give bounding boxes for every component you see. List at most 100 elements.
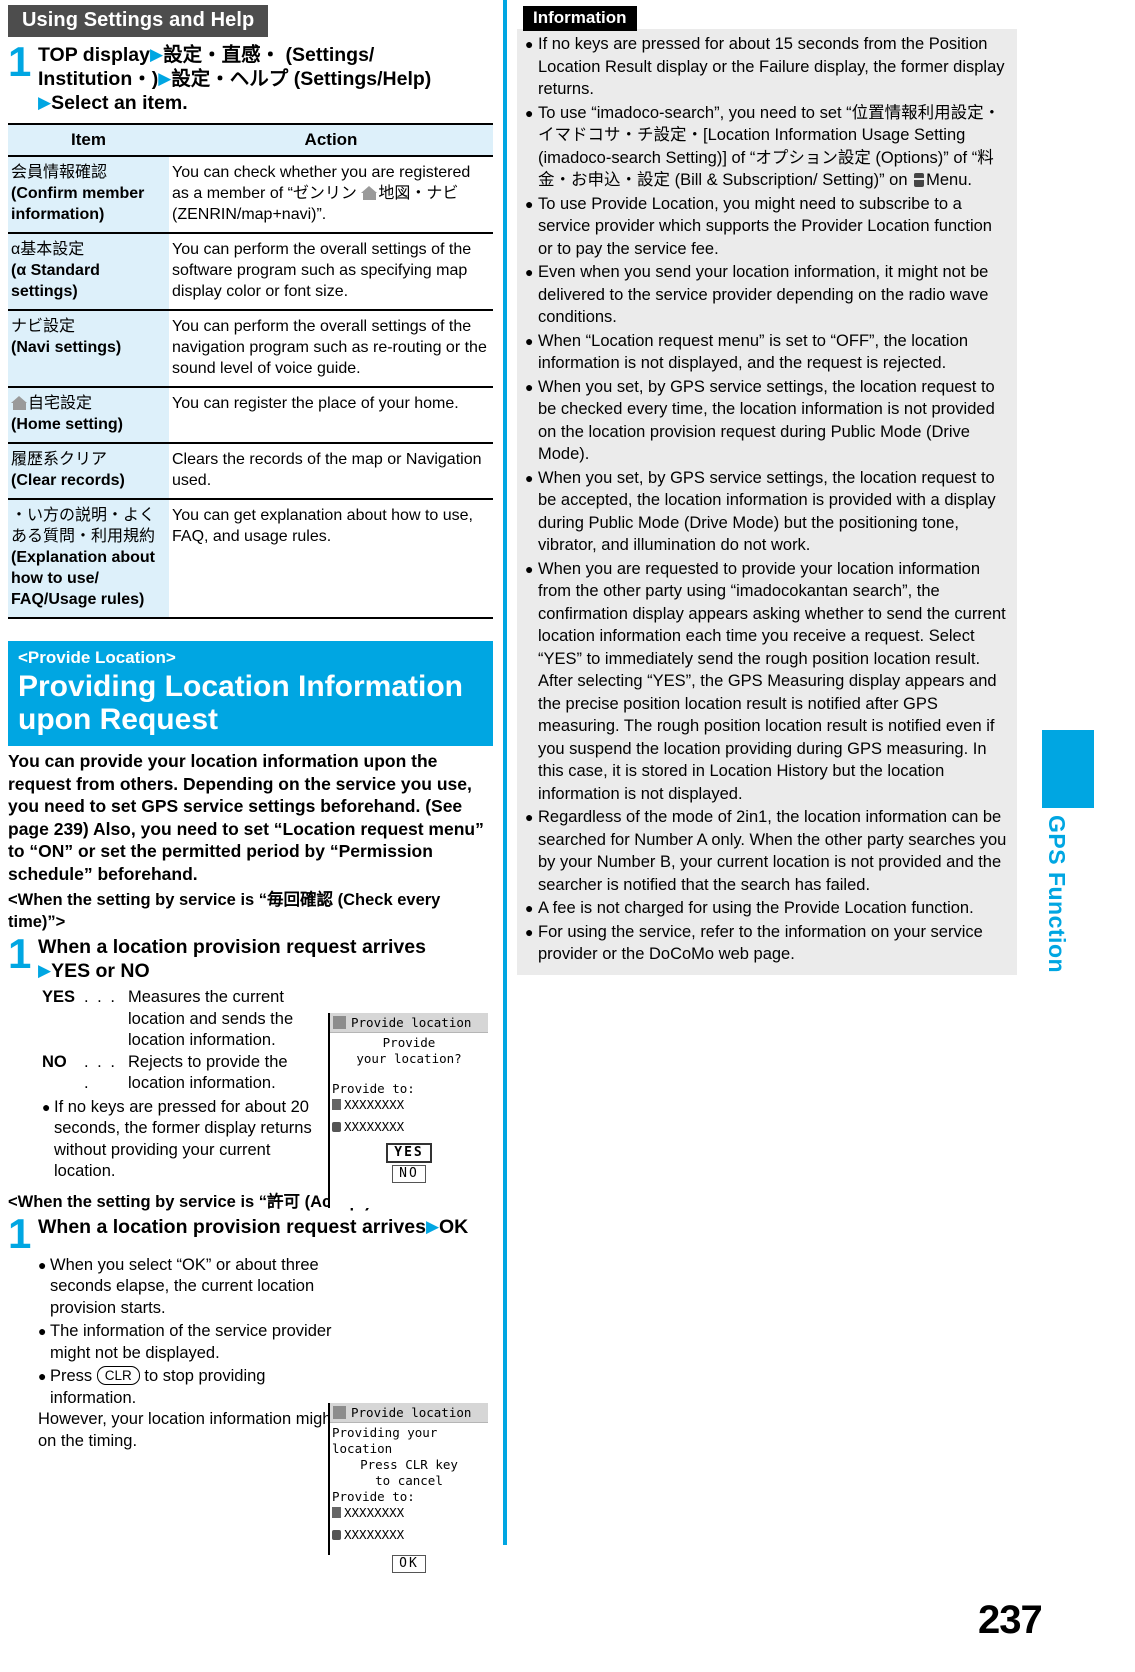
clr-prefix: Press (50, 1367, 93, 1385)
bullet-dot-icon: ● (38, 1323, 47, 1339)
bullet-dot-icon: ● (525, 923, 534, 940)
table-cell-item: 会員情報確認 (Confirm member information) (8, 156, 169, 234)
note-bullet: ● The information of the service provide… (38, 1321, 338, 1364)
table-cell-item: ナビ設定 (Navi settings) (8, 310, 169, 388)
item-en: (Home setting) (11, 416, 123, 433)
mock-no-button[interactable]: NO (330, 1165, 488, 1183)
item-jp: 履歴系クリア (11, 451, 108, 468)
info-item: ● When you set, by GPS service settings, … (525, 376, 1009, 466)
manual-page: Using Settings and Help 1 TOP display▶設定… (0, 0, 1135, 1672)
bullet-dot-icon: ● (525, 195, 534, 212)
mock-status-line1: Providing your location (332, 1425, 438, 1456)
table-row: ・い方の説明・よくある質問・利用規約 (Explanation about ho… (8, 499, 493, 619)
table-row: α基本設定 (α Standard settings) You can perf… (8, 233, 493, 311)
mock-provider-row-1: XXXXXXXX (330, 1505, 488, 1521)
step-text: When a location provision request arrive… (38, 935, 493, 983)
def-value: Rejects to provide the location informat… (128, 1052, 288, 1093)
step-a: 1 When a location provision request arri… (8, 930, 493, 983)
mock-ok-button[interactable]: OK (330, 1555, 488, 1573)
step-number: 1 (8, 38, 32, 85)
home-icon (11, 396, 28, 410)
bullet-dot-icon: ● (525, 809, 534, 825)
side-tab-block (1042, 730, 1094, 808)
mail-icon (333, 1406, 346, 1419)
item-en: (α Standard settings) (11, 262, 100, 300)
phone-screen-providing-location: Provide location Providing your location… (328, 1403, 488, 1573)
item-en: (Clear records) (11, 472, 125, 489)
table-cell-action: You can perform the overall settings of … (169, 233, 493, 311)
triangle-icon: ▶ (150, 45, 164, 64)
table-header-item: Item (8, 123, 169, 157)
mock-yes-button[interactable]: YES (330, 1143, 488, 1163)
bullet-dot-icon: ● (525, 900, 534, 916)
item-en: (Navi settings) (11, 339, 122, 356)
info-item-text: When you set, by GPS service settings, t… (538, 377, 995, 464)
information-heading: Information (523, 6, 637, 31)
mock-value-2: XXXXXXXX (344, 1119, 405, 1134)
info-item: ● To use Provide Location, you might need… (525, 193, 1009, 261)
info-item: ● A fee is not charged for using the Prov… (525, 897, 1009, 920)
bullet-text: Press CLR to stop providing information. (50, 1366, 338, 1409)
mail-icon (333, 1016, 346, 1029)
info-item-text: When “Location request menu” is set to “… (538, 331, 969, 373)
bullet-dot-icon: ● (525, 36, 534, 52)
mock-status-line2: Press CLR key (360, 1457, 458, 1472)
table-row: 自宅設定 (Home setting) You can register the… (8, 387, 493, 444)
info-item-text: If no keys are pressed for about 15 seco… (538, 35, 1005, 98)
def-key: NO (42, 1052, 67, 1071)
title-block: <Provide Location> Providing Location In… (8, 641, 493, 746)
ok-button-label: OK (392, 1555, 426, 1573)
mock-value-1: XXXXXXXX (344, 1505, 405, 1520)
info-item-text: Regardless of the mode of 2in1, the loca… (538, 808, 1007, 894)
building-icon (332, 1507, 341, 1518)
info-item-text: For using the service, refer to the info… (538, 922, 983, 964)
table-header-row: Item Action (8, 123, 493, 157)
step-b-line1-tail: OK (439, 1215, 469, 1238)
bullet-dot-icon: ● (525, 378, 534, 395)
table-row: 履歴系クリア (Clear records) Clears the record… (8, 443, 493, 500)
triangle-icon: ▶ (38, 961, 52, 980)
lead-paragraph: You can provide your location informatio… (8, 751, 484, 884)
bullet-dot-icon: ● (525, 469, 534, 486)
table-cell-item: α基本設定 (α Standard settings) (8, 233, 169, 311)
bullet-text: The information of the service provider … (50, 1322, 332, 1362)
step-1-settings-help: 1 TOP display▶設定・直感・ (Settings/ Institut… (8, 38, 493, 115)
step-number: 1 (8, 930, 32, 977)
mock-titlebar: Provide location (330, 1403, 488, 1423)
table-header-action: Action (169, 123, 493, 157)
condition-check-every-time: <When the setting by service is “毎回確認 (C… (8, 891, 441, 931)
column-divider (503, 0, 507, 1545)
item-jp: ナビ設定 (11, 318, 76, 335)
note-bullet: ● When you select “OK” or about three se… (38, 1255, 338, 1320)
menu-icon (914, 173, 925, 187)
mock-body: Providing your location Press CLR key to… (330, 1423, 488, 1573)
page-number: 237 (978, 1598, 1043, 1642)
bullet-dot-icon: ● (525, 264, 534, 280)
person-icon (332, 1122, 341, 1132)
home-icon (361, 186, 378, 200)
info-item: ● If no keys are pressed for about 15 sec… (525, 33, 1009, 101)
step-a-line1: When a location provision request arrive… (38, 936, 426, 958)
table-cell-item: 履歴系クリア (Clear records) (8, 443, 169, 500)
info-item-text: Even when you send your location informa… (538, 263, 989, 326)
information-box: ● If no keys are pressed for about 15 sec… (517, 29, 1017, 975)
mock-provider-row-2: XXXXXXXX (330, 1527, 488, 1543)
table-cell-item: 自宅設定 (Home setting) (8, 387, 169, 444)
mock-provider-row-1: XXXXXXXX (330, 1097, 488, 1113)
page-title: Providing Location Information upon Requ… (18, 670, 463, 736)
step-text: TOP display▶設定・直感・ (Settings/ Institutio… (38, 43, 493, 115)
item-jp: ・い方の説明・よくある質問・利用規約 (11, 507, 156, 545)
table-cell-action: You can register the place of your home. (169, 387, 493, 444)
mock-provide-to-label: Provide to: (332, 1489, 415, 1504)
mock-titlebar: Provide location (330, 1013, 488, 1033)
definition-row-no: NO . . . . Rejects to provide the locati… (42, 1052, 334, 1095)
info-item: ● For using the service, refer to the inf… (525, 921, 1009, 966)
step1-line2b: 設定・ヘルプ (Settings/Help) (171, 68, 432, 90)
step-b-bullets: ● When you select “OK” or about three se… (38, 1255, 338, 1410)
right-column: Information ● If no keys are pressed for … (517, 0, 1017, 975)
building-icon (332, 1099, 341, 1110)
table-cell-action: Clears the records of the map or Navigat… (169, 443, 493, 500)
side-tab-label: GPS Function (1044, 815, 1070, 974)
mock-body: Provide your location? Provide to: XXXXX… (330, 1033, 488, 1183)
